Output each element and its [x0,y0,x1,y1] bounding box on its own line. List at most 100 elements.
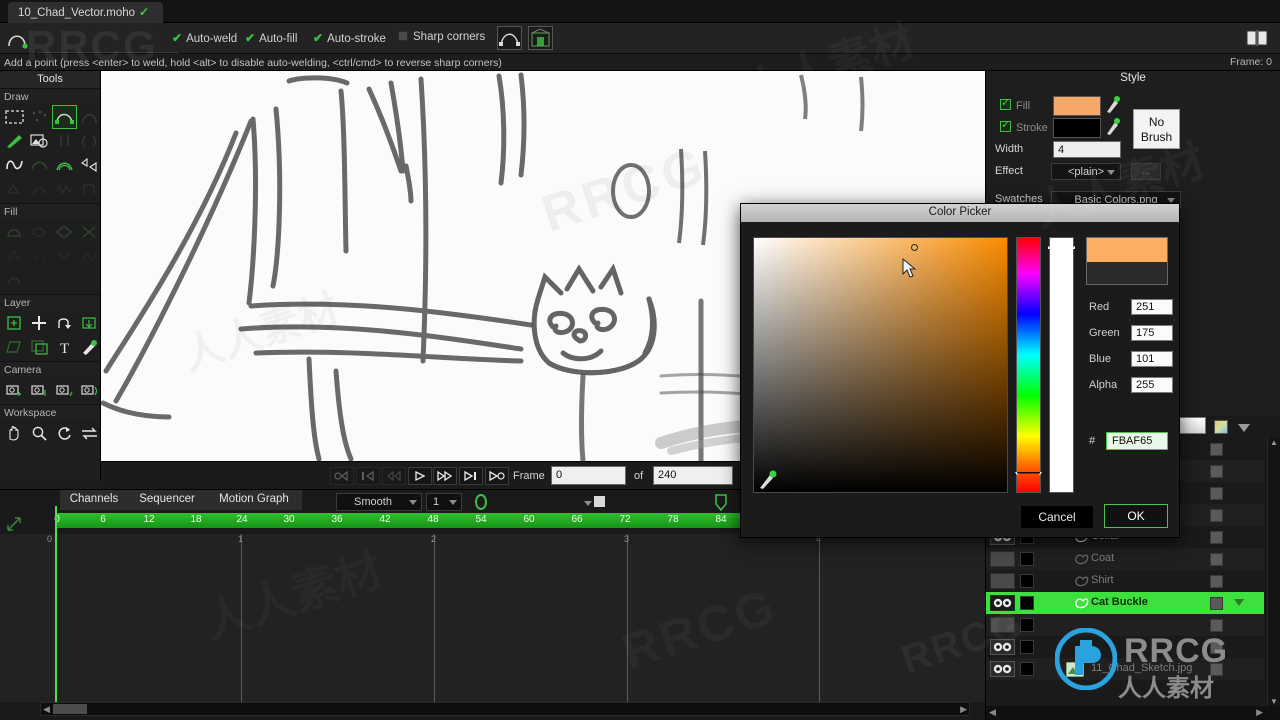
rotate-workspace-icon[interactable] [52,421,77,445]
timeline-track-area[interactable]: 0 1 2 3 4 [0,534,985,702]
width-input[interactable]: 4 [1053,141,1121,158]
help-book-icon[interactable] [1244,27,1270,48]
step-back-button[interactable] [382,467,406,485]
alpha-input[interactable]: 255 [1131,377,1173,393]
roll-camera-icon[interactable] [52,378,77,402]
scroll-down-arrow-icon[interactable]: ▼ [1270,697,1278,706]
fill-color-swatch[interactable] [1053,96,1101,116]
timeline-horizontal-scrollbar[interactable]: ◀ ▶ [40,702,970,716]
layer-lock-square[interactable] [1210,443,1223,456]
layer-lock-square[interactable] [1210,575,1223,588]
table-row-selected[interactable]: Cat Buckle [986,592,1264,614]
hue-slider-marker[interactable] [1015,462,1042,475]
curvature-icon[interactable] [77,105,102,129]
layer-color-chip[interactable] [1020,574,1034,588]
jump-start-button[interactable] [330,467,354,485]
layer-visibility-toggle[interactable] [990,551,1015,567]
prev-keyframe-button[interactable] [356,467,380,485]
layer-expand-chevron-icon[interactable] [1234,599,1244,606]
red-input[interactable]: 251 [1131,299,1173,315]
stroke-exposure-icon[interactable] [2,244,27,268]
layer-visibility-toggle[interactable] [990,573,1015,589]
pan-hand-icon[interactable] [2,421,27,445]
layer-lock-square[interactable] [1210,487,1223,500]
layer-visibility-toggle[interactable] [990,595,1015,611]
layer-color-chip[interactable] [1020,552,1034,566]
document-tab[interactable]: 10_Chad_Vector.moho ✓ [8,2,164,23]
table-row[interactable]: 11_Chad_Sketch.jpg [986,658,1264,680]
layer-tools-icon[interactable] [27,335,52,359]
total-frames-input[interactable]: 240 [653,466,733,485]
layer-lock-square[interactable] [1210,641,1223,654]
sharp-corners-checkbox[interactable]: Sharp corners [398,31,485,43]
reset-view-icon[interactable] [77,421,102,445]
sv-selection-marker[interactable] [911,244,918,251]
no-brush-button[interactable]: No Brush [1133,109,1180,149]
flexi-bind-icon[interactable] [2,268,27,292]
expand-timeline-icon[interactable] [6,516,22,532]
play-button[interactable] [408,467,432,485]
timeline-playhead[interactable] [55,506,57,702]
zoom-magnifier-icon[interactable] [27,421,52,445]
auto-stroke-checkbox[interactable]: ✔ Auto-stroke [313,31,386,45]
pan-tilt-camera-icon[interactable] [77,378,102,402]
eyedropper-icon[interactable] [77,335,102,359]
add-layer-icon[interactable] [2,311,27,335]
tab-motion-graph[interactable]: Motion Graph [206,490,302,510]
table-row[interactable] [986,614,1264,636]
saturation-value-field[interactable] [753,237,1008,493]
jump-end-button[interactable] [485,467,509,485]
layers-vertical-scrollbar[interactable]: ▲ ▼ [1267,438,1280,706]
paint-bucket-icon[interactable] [27,220,52,244]
interpolation-dropdown[interactable]: Smooth [336,493,422,511]
effect-dropdown[interactable]: <plain> [1051,163,1121,180]
line-width-icon[interactable] [77,129,102,153]
transform-points-icon[interactable] [27,153,52,177]
scatter-brush-icon[interactable] [52,244,77,268]
blob-brush-icon[interactable] [27,129,52,153]
perspective-points-icon[interactable] [77,153,102,177]
effect-more-button[interactable]: ... [1131,163,1161,180]
curve-profile-icon[interactable] [52,153,77,177]
table-row[interactable] [986,636,1264,658]
curve-exposure-icon[interactable] [77,244,102,268]
noise-icon[interactable] [52,177,77,201]
layer-visibility-toggle[interactable] [990,617,1015,633]
hex-input[interactable]: FBAF65 [1106,432,1168,450]
rotate-layer-icon[interactable] [52,311,77,335]
scale-layer-icon[interactable] [77,311,102,335]
shear-points-icon[interactable] [2,177,27,201]
layer-color-chip[interactable] [1020,618,1034,632]
tab-channels[interactable]: Channels [60,490,128,510]
create-shape-icon[interactable] [2,220,27,244]
layer-color-chip[interactable] [1020,662,1034,676]
layer-color-chip[interactable] [1020,640,1034,654]
layer-lock-square[interactable] [1210,553,1223,566]
select-shape-icon[interactable] [2,105,27,129]
layer-lock-square[interactable] [1210,663,1223,676]
blue-input[interactable]: 101 [1131,351,1173,367]
scroll-up-arrow-icon[interactable]: ▲ [1270,438,1278,447]
fill-eyedropper-icon[interactable] [1106,95,1120,113]
bend-points-icon[interactable] [27,177,52,201]
alpha-slider[interactable] [1049,237,1074,493]
zoom-camera-icon[interactable] [27,378,52,402]
layer-color-chip[interactable] [1020,596,1034,610]
scroll-left-arrow-icon[interactable]: ◀ [43,704,50,714]
auto-weld-checkbox[interactable]: ✔ Auto-weld [172,31,237,45]
layer-lock-square[interactable] [1210,531,1223,544]
cancel-button[interactable]: Cancel [1021,506,1093,528]
line-join-icon[interactable] [27,244,52,268]
text-icon[interactable]: T [52,335,77,359]
table-row[interactable]: Coat [986,548,1264,570]
delete-edge-icon[interactable] [52,129,77,153]
relative-keyframing-checkbox[interactable] [594,496,605,507]
hide-edge-icon[interactable] [77,220,102,244]
add-point-icon[interactable] [52,105,77,129]
freehand-pencil-icon[interactable] [2,129,27,153]
magnet-icon[interactable] [77,177,102,201]
curve-tool-button[interactable] [497,26,522,50]
fill-checkbox[interactable]: Fill [1000,96,1030,112]
delete-shape-icon[interactable] [52,220,77,244]
scroll-left-arrow-icon[interactable]: ◀ [989,707,996,717]
